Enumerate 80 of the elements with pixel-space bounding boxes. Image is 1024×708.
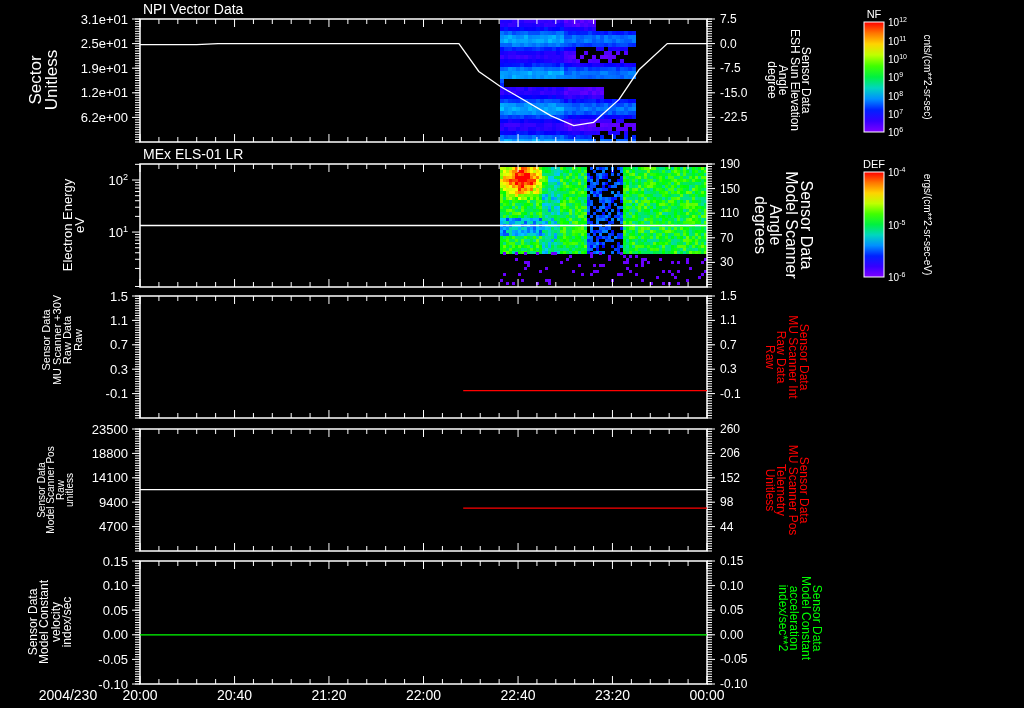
tick-label: 10$^{9}$ [888,71,904,84]
time-label: 21:20 [311,687,347,703]
axis-label: Sector Unitless [25,49,61,111]
axis-label: Sensor Data Model Scanner Pos Raw unitless [35,446,75,534]
tick-label: -0.1 [105,387,128,401]
tick-label: -0.10 [98,677,128,691]
tick-label: 1.1 [109,313,128,327]
axis-label: Sensor Data MU Scanner Int Raw Data Raw [762,315,812,399]
tick-label: 3.1e+01 [80,12,128,26]
tick-label: 0.00 [102,628,128,642]
tick-label: 1.5 [109,289,128,303]
tick-label: 152 [720,470,741,485]
tick-label: 14100 [91,471,128,485]
tick-label: 0.15 [102,554,128,568]
tick-label: 1.5 [720,289,737,303]
tick-label: 10$^{11}$ [888,34,907,47]
tick-label: 10$^{2}$ [108,172,128,188]
tick-label: 18800 [91,446,128,460]
date-label: 2004/230 [38,687,98,703]
axis-label: Sensor Data MU Scanner +30V Raw Data Raw [40,294,84,386]
tick-label: -22.5 [720,110,748,125]
tick-label: 10$^{-4}$ [888,166,906,179]
tick-label: 10$^{8}$ [888,89,904,102]
tick-label: -0.05 [98,652,128,666]
tick-label: 1.1 [720,313,737,328]
tick-label: 0.10 [720,578,744,593]
tick-label: -0.05 [720,652,748,667]
panel-title: MEx ELS-01 LR [143,146,244,162]
panel-title: NPI Vector Data [143,1,244,17]
units-label: ergs/(cm**2-sr-sec-eV) [922,173,934,276]
tick-label: 98 [720,495,734,510]
tick-label: 0.15 [720,554,744,568]
tick-label: 0.05 [720,603,744,618]
tick-label: 7.5 [720,12,737,26]
tick-label: 0.05 [102,603,128,617]
tick-label: 0.00 [720,627,744,642]
time-label: 20:40 [217,687,253,703]
tick-label: 10$^{7}$ [888,108,904,121]
tick-label: 110 [720,206,740,221]
tick-label: 10$^{10}$ [888,53,907,66]
tick-label: 70 [720,230,734,245]
tick-label: 10$^{1}$ [108,224,128,240]
axis-label: Sensor Data Model Constant velocity index/sec [25,580,75,664]
tick-label: 0.3 [720,362,737,377]
tick-label: -7.5 [720,61,741,76]
axis-label: Sensor Data ESH Sun Elevation Angle degree [764,28,814,132]
time-label: 22:40 [500,687,536,703]
time-label: 23:20 [594,687,630,703]
tick-label: 4700 [99,520,128,534]
tick-label: 9400 [99,495,128,509]
tick-label: -0.1 [720,386,741,401]
tick-label: 206 [720,446,741,461]
tick-label: 10$^{12}$ [888,16,907,29]
axis-label: Sensor Data MU Scanner Pos Telemetry Unitless [762,444,812,536]
tick-label: 260 [720,422,741,436]
tick-label: 190 [720,157,741,171]
color-bar-label: DEF [863,158,885,170]
tick-label: 0.10 [102,579,128,593]
tick-label: 10$^{6}$ [888,126,904,139]
tick-label: 10$^{-6}$ [888,271,906,284]
tick-label: -15.0 [720,85,748,100]
axis-label: Sensor Data Model Constant acceleration index/sec**2 [775,576,825,660]
axis-label: Electron Energy eV [59,178,87,272]
time-label: 22:00 [406,687,441,703]
tick-label: 0.3 [109,362,128,376]
tick-label: 30 [720,255,734,270]
units-label: cnts/(cm**2-sr-sec) [922,34,934,120]
tick-label: 23500 [91,422,128,436]
tick-label: 44 [720,519,734,534]
tick-label: 0.7 [109,338,128,352]
color-bar-label: NF [866,8,882,20]
tick-label: 10$^{-5}$ [888,218,906,232]
tick-label: 1.9e+01 [80,61,128,75]
tick-label: 1.2e+01 [80,86,128,100]
tick-label: 0.7 [720,337,737,352]
tick-label: 6.2e+00 [80,110,128,124]
tick-label: 2.5e+01 [80,37,128,51]
axis-label: Sensor Data Model Scanner Angle degrees [752,171,816,279]
tick-label: 150 [720,181,741,196]
tick-label: 0.0 [720,36,737,51]
